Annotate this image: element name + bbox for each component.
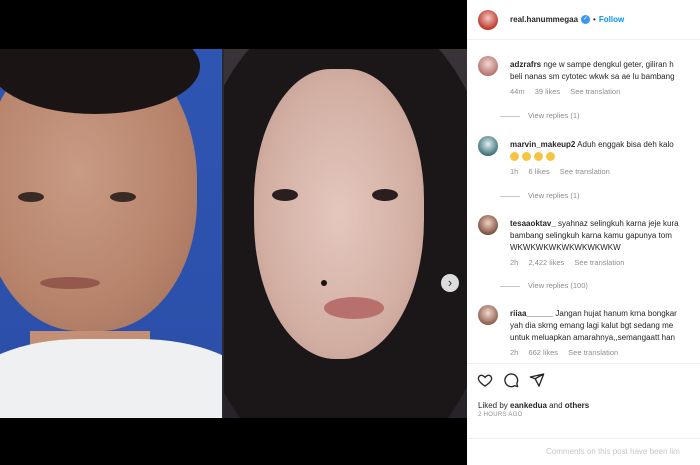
- emoji-icon: [534, 152, 543, 162]
- post-actions: Liked by eankedua and others 2 HOURS AGO…: [467, 363, 700, 465]
- see-translation-link[interactable]: See translation: [570, 87, 620, 96]
- heart-icon[interactable]: [477, 372, 493, 388]
- comment-time: 2h: [510, 348, 519, 357]
- author-username[interactable]: real.hanummegaa: [510, 15, 578, 24]
- verified-icon: ✓: [581, 15, 591, 24]
- author-avatar[interactable]: [478, 9, 498, 30]
- comment-text: bambang selingkuh karna kamu gapunya tom: [510, 231, 672, 240]
- comment-time: 44m: [510, 87, 525, 96]
- follow-button[interactable]: Follow: [599, 15, 624, 24]
- post-media[interactable]: ›: [0, 49, 467, 418]
- comment-text: Jangan hujat hanum krna bongkar: [555, 309, 677, 318]
- post-side-panel: real.hanummegaa ✓ • Follow adzrafrs nge …: [467, 0, 700, 465]
- comment-text: Aduh enggak bisa deh kalo: [577, 140, 674, 149]
- view-replies-link[interactable]: View replies (1): [500, 191, 580, 200]
- separator: •: [593, 15, 596, 24]
- liked-by-user[interactable]: eankedua: [510, 401, 547, 410]
- comment-likes[interactable]: 39 likes: [535, 87, 560, 96]
- commenter-username[interactable]: marvin_makeup2: [510, 140, 575, 149]
- comment-text: untuk meluapkan amarahnya,,semangaatt ha…: [510, 333, 675, 342]
- comment-icon[interactable]: [503, 372, 519, 388]
- comment-text: yah dia skrng emang lagi kalut bgt sedan…: [510, 321, 674, 330]
- comment-meta: 2h 2,422 likes See translation: [510, 258, 632, 267]
- action-icons: [477, 372, 545, 388]
- liked-by-others[interactable]: others: [565, 401, 589, 410]
- liked-by-text: Liked by eankedua and others: [478, 401, 590, 410]
- comments-limited-notice: Comments on this post have been lim: [467, 438, 700, 456]
- commenter-avatar[interactable]: [478, 305, 498, 325]
- comment-likes[interactable]: 662 likes: [528, 348, 558, 357]
- post-time: 2 HOURS AGO: [478, 412, 523, 418]
- commenter-avatar[interactable]: [478, 56, 498, 76]
- photo-woman: [224, 49, 467, 418]
- comment-meta: 1h 6 likes See translation: [510, 167, 618, 176]
- emoji-icon: [546, 152, 555, 162]
- instagram-post-viewer: › real.hanummegaa ✓ • Follow adzrafrs ng…: [0, 0, 700, 465]
- commenter-username[interactable]: tesaaoktav_: [510, 219, 556, 228]
- commenter-avatar[interactable]: [478, 215, 498, 235]
- see-translation-link[interactable]: See translation: [560, 167, 610, 176]
- share-icon[interactable]: [529, 372, 545, 388]
- chevron-right-icon[interactable]: ›: [441, 274, 459, 292]
- comment-text: nge w sampe dengkul geter, giliran h: [543, 60, 674, 69]
- comment-time: 1h: [510, 167, 519, 176]
- view-replies-link[interactable]: View replies (1): [500, 111, 580, 120]
- comment-meta: 44m 39 likes See translation: [510, 87, 628, 96]
- comment-meta: 2h 662 likes See translation: [510, 348, 626, 357]
- photo-man: [0, 49, 222, 418]
- emoji-icon: [522, 152, 531, 162]
- comment-text: beli nanas sm cytotec wkwk sa ae lu bamb…: [510, 72, 675, 81]
- comment-text: WKWKWKWKWKWKWKWKW: [510, 243, 621, 252]
- see-translation-link[interactable]: See translation: [568, 348, 618, 357]
- post-header: real.hanummegaa ✓ • Follow: [467, 0, 700, 40]
- comment-likes[interactable]: 6 likes: [528, 167, 549, 176]
- commenter-avatar[interactable]: [478, 136, 498, 156]
- comment-text: syahnaz selingkuh karna jeje kura: [558, 219, 679, 228]
- comment-likes[interactable]: 2,422 likes: [528, 258, 564, 267]
- view-replies-link[interactable]: View replies (100): [500, 281, 588, 290]
- comments-list: adzrafrs nge w sampe dengkul geter, gili…: [467, 41, 700, 363]
- commenter-username[interactable]: riiaa______: [510, 309, 553, 318]
- emoji-icon: [510, 152, 519, 162]
- comment-time: 2h: [510, 258, 519, 267]
- see-translation-link[interactable]: See translation: [574, 258, 624, 267]
- commenter-username[interactable]: adzrafrs: [510, 60, 541, 69]
